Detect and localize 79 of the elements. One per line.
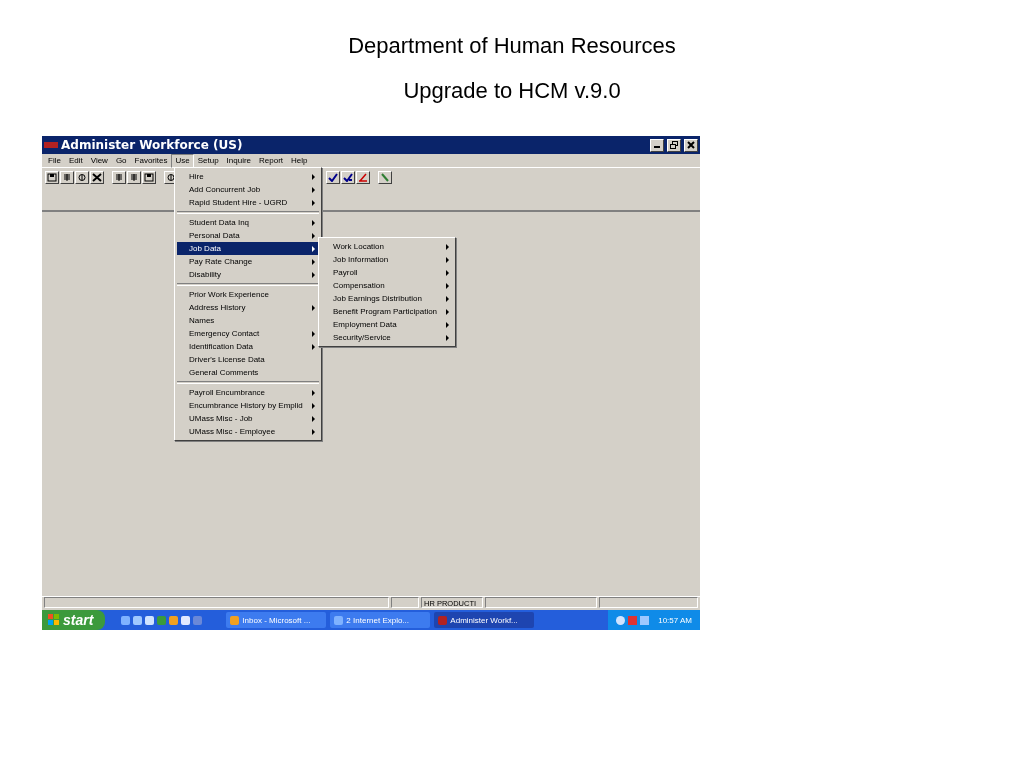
toolbar-icon (62, 173, 72, 182)
toolbar-icon (92, 173, 102, 182)
menu-bar-item[interactable]: Go (111, 153, 131, 168)
flag-icon (48, 614, 60, 626)
app-icon (44, 141, 58, 149)
toolbar-icon (114, 173, 124, 182)
menu-item[interactable]: Payroll (321, 266, 453, 279)
toolbar-icon (47, 173, 57, 182)
menu-item[interactable]: Job Data (177, 242, 319, 255)
menu-item[interactable]: Driver's License Data (177, 353, 319, 366)
menu-bar-item[interactable]: Report (255, 153, 288, 168)
minimize-button[interactable] (650, 138, 664, 152)
toolbar-icon (77, 173, 87, 182)
menu-item[interactable]: Hire (177, 170, 319, 183)
menu-item[interactable]: General Comments (177, 366, 319, 379)
menu-item[interactable]: Compensation (321, 279, 453, 292)
toolbar-button[interactable] (75, 171, 89, 184)
menu-bar-item[interactable]: Favorites (130, 153, 172, 168)
restore-icon (670, 141, 678, 149)
menu-bar-item[interactable]: File (44, 153, 65, 168)
submenu-arrow-icon (312, 304, 315, 311)
toolbar-button[interactable] (356, 171, 370, 184)
menu-item[interactable]: Names (177, 314, 319, 327)
toolbar-icon (129, 173, 139, 182)
start-button[interactable]: start (42, 610, 106, 630)
menu-item[interactable]: Add Concurrent Job (177, 183, 319, 196)
close-icon (687, 141, 695, 149)
toolbar-button[interactable] (90, 171, 104, 184)
menu-item[interactable]: UMass Misc - Employee (177, 425, 319, 438)
menu-item[interactable]: Benefit Program Participation (321, 305, 453, 318)
menu-item[interactable]: Disability (177, 268, 319, 281)
status-pane (391, 597, 419, 608)
menu-bar-item[interactable]: Inquire (222, 153, 256, 168)
slide-title: Upgrade to HCM v.9.0 (403, 78, 621, 104)
taskbar-button[interactable]: 2 Internet Explo... (330, 612, 431, 628)
menu-bar-item[interactable]: Help (287, 153, 312, 168)
app-icon (230, 615, 240, 625)
menu-item[interactable]: Security/Service (321, 331, 453, 344)
slide-title: Department of Human Resources (348, 33, 676, 59)
pen-icon (380, 173, 390, 182)
toolbar-button[interactable] (142, 171, 156, 184)
toolbar-button[interactable] (45, 171, 59, 184)
toolbar-button[interactable] (326, 171, 340, 184)
toolbar-icon (144, 173, 154, 182)
menu-item[interactable]: Address History (177, 301, 319, 314)
app-icon (438, 615, 448, 625)
toolbar-button[interactable] (127, 171, 141, 184)
toolbar-icon (166, 173, 176, 182)
menu-bar-item[interactable]: View (86, 153, 112, 168)
toolbar-button[interactable] (112, 171, 126, 184)
close-button[interactable] (684, 138, 698, 152)
menu-bar-item[interactable]: Setup (193, 153, 223, 168)
taskbar-button[interactable]: Inbox - Microsoft ... (226, 612, 327, 628)
menu-bar-item[interactable]: Edit (64, 153, 87, 168)
toolbar-button[interactable] (341, 171, 355, 184)
clock: 10:57 AM (658, 615, 692, 625)
menu-item[interactable]: Payroll Encumbrance (177, 386, 319, 399)
menu-item[interactable]: Identification Data (177, 340, 319, 353)
menu-item[interactable]: Emergency Contact (177, 327, 319, 340)
app-icon (334, 615, 344, 625)
check-icon (328, 173, 338, 182)
menu-item[interactable]: Work Location (321, 240, 453, 253)
menu-item[interactable]: Employment Data (321, 318, 453, 331)
menu-item[interactable]: Job Information (321, 253, 453, 266)
menu-item[interactable]: Encumbrance History by Emplid (177, 399, 319, 412)
menu-item[interactable]: Pay Rate Change (177, 255, 319, 268)
window-title: Administer Workforce (US) (61, 138, 244, 152)
menu-item[interactable]: Prior Work Experience (177, 288, 319, 301)
check-icon (343, 173, 353, 182)
pencil-icon (358, 173, 368, 182)
menu-item[interactable]: UMass Misc - Job (177, 412, 319, 425)
menu-item[interactable]: Personal Data (177, 229, 319, 242)
restore-button[interactable] (667, 138, 681, 152)
toolbar-button[interactable] (378, 171, 392, 184)
menu-item[interactable]: Job Earnings Distribution (321, 292, 453, 305)
taskbar-button[interactable]: Administer Workf... (434, 612, 535, 628)
toolbar-button[interactable] (60, 171, 74, 184)
menu-item[interactable]: Student Data Inq (177, 216, 319, 229)
menu-item[interactable]: Rapid Student Hire - UGRD (177, 196, 319, 209)
